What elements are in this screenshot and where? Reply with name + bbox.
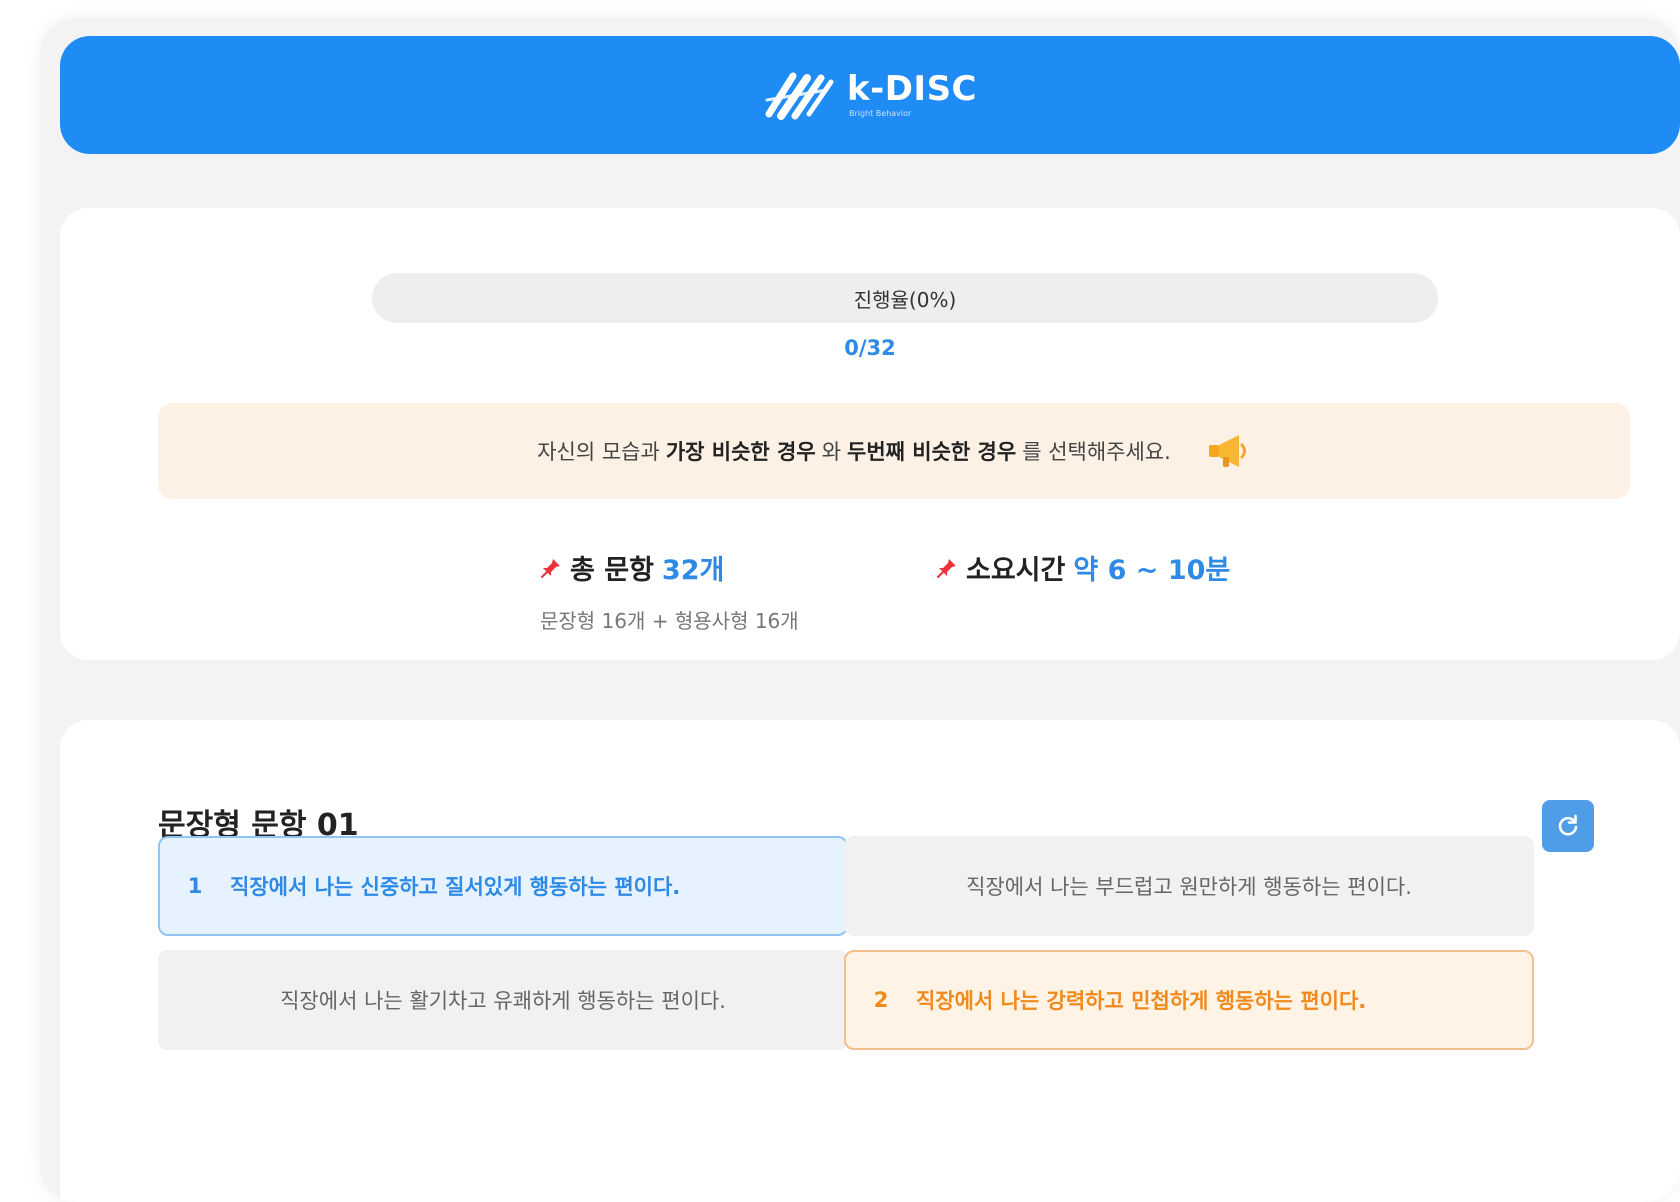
progress-count: 0/32 [844, 336, 896, 360]
progress-bar: 진행율(0%) [372, 273, 1438, 323]
option-text: 직장에서 나는 부드럽고 원만하게 행동하는 편이다. [966, 875, 1412, 899]
stat-total-questions: 총 문항 32개 문장형 16개 + 형용사형 16개 [540, 548, 799, 634]
pin-icon [541, 558, 560, 578]
pin-icon [937, 558, 956, 578]
brush-stroke-logo-icon [765, 72, 834, 120]
info-card: 진행율(0%) 0/32 자신의 모습과 가장 비슷한 경우 와 두번째 비슷한… [60, 208, 1680, 660]
option-text: 직장에서 나는 강력하고 민첩하게 행동하는 편이다. [916, 989, 1367, 1013]
notice-bold-2: 두번째 비슷한 경우 [847, 440, 1017, 464]
option-text: 직장에서 나는 신중하고 질서있게 행동하는 편이다. [230, 875, 681, 899]
stat-total-label: 총 문항 [570, 555, 654, 586]
brand-name: k-DISC [846, 69, 978, 109]
app-frame: k-DISC Bright Behavior 진행율(0%) 0/32 자신의 … [40, 18, 1680, 1202]
refresh-button[interactable] [1542, 800, 1594, 852]
brand-tagline: Bright Behavior [848, 109, 912, 118]
header-bar: k-DISC Bright Behavior [60, 36, 1680, 154]
instruction-notice: 자신의 모습과 가장 비슷한 경우 와 두번째 비슷한 경우 를 선택해주세요. [158, 403, 1630, 499]
option-4[interactable]: 2 직장에서 나는 강력하고 민첩하게 행동하는 편이다. [844, 950, 1534, 1050]
stat-duration-value: 약 6 ~ 10분 [1073, 555, 1231, 586]
option-rank: 1 [187, 874, 203, 898]
notice-text-2: 와 [821, 440, 842, 464]
stat-duration-label: 소요시간 [966, 555, 1066, 586]
notice-bold-1: 가장 비슷한 경우 [665, 440, 816, 464]
option-3[interactable]: 직장에서 나는 활기차고 유쾌하게 행동하는 편이다. [158, 950, 848, 1050]
question-card: 문장형 문항 01 1 직장에서 나는 신중하고 질서있게 행동하는 편이다. … [60, 720, 1680, 1202]
option-2[interactable]: 직장에서 나는 부드럽고 원만하게 행동하는 편이다. [844, 836, 1534, 936]
stat-total-value: 32개 [661, 555, 725, 586]
stat-duration: 소요시간 약 6 ~ 10분 [936, 548, 1230, 587]
option-rank: 2 [873, 988, 889, 1012]
option-1[interactable]: 1 직장에서 나는 신중하고 질서있게 행동하는 편이다. [158, 836, 848, 936]
option-text: 직장에서 나는 활기차고 유쾌하게 행동하는 편이다. [280, 989, 726, 1013]
notice-text-1: 자신의 모습과 [537, 440, 660, 464]
progress-label: 진행율(0%) [853, 287, 957, 312]
logo[interactable]: k-DISC Bright Behavior [763, 70, 977, 120]
refresh-icon [1558, 814, 1578, 836]
notice-text-3: 를 선택해주세요. [1022, 440, 1171, 464]
stat-total-breakdown: 문장형 16개 + 형용사형 16개 [540, 609, 799, 633]
megaphone-icon [1208, 435, 1246, 467]
